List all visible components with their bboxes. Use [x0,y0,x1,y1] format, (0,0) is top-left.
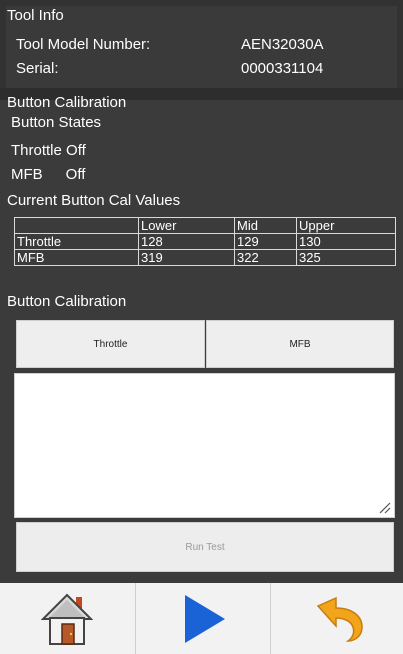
back-button[interactable] [271,583,403,654]
table-header-cell [14,217,139,234]
serial-value: 0000331104 [241,60,324,77]
mfb-calibrate-button[interactable]: MFB [206,320,394,368]
bottom-nav [0,583,403,654]
cal-values-table: Lower Mid Upper Throttle 128 129 130 MFB… [14,217,396,266]
tool-model-label: Tool Model Number: [16,36,151,53]
throttle-state-label: Throttle Off [11,142,86,159]
table-cell: 129 [234,233,297,250]
button-states-title: Button States [11,114,102,131]
table-cell: MFB [14,249,139,266]
button-calibration-section-title: Button Calibration [7,94,127,111]
table-cell: 325 [296,249,396,266]
table-header-cell: Mid [234,217,297,234]
play-icon [185,594,225,643]
mfb-state-label: MFB Off [11,166,86,183]
tool-info-title: Tool Info [7,7,64,24]
table-cell: Throttle [14,233,139,250]
table-header-cell: Upper [296,217,396,234]
output-text-area[interactable] [14,373,395,518]
run-test-button[interactable]: Run Test [16,522,394,572]
table-cell: 319 [138,249,235,266]
table-cell: 130 [296,233,396,250]
play-button[interactable] [136,583,270,654]
table-row: MFB 319 322 325 [14,249,396,266]
table-header-row: Lower Mid Upper [14,217,396,234]
cal-values-title: Current Button Cal Values [7,192,181,209]
calibration-actions-title: Button Calibration [7,293,127,310]
table-row: Throttle 128 129 130 [14,233,396,250]
tool-model-value: AEN32030A [241,36,324,53]
throttle-calibrate-button[interactable]: Throttle [16,320,205,368]
table-header-cell: Lower [138,217,235,234]
table-cell: 128 [138,233,235,250]
home-button[interactable] [0,583,134,654]
table-cell: 322 [234,249,297,266]
undo-icon [316,596,363,642]
home-icon [41,593,93,645]
resize-handle-icon[interactable] [379,502,391,514]
serial-label: Serial: [16,60,59,77]
